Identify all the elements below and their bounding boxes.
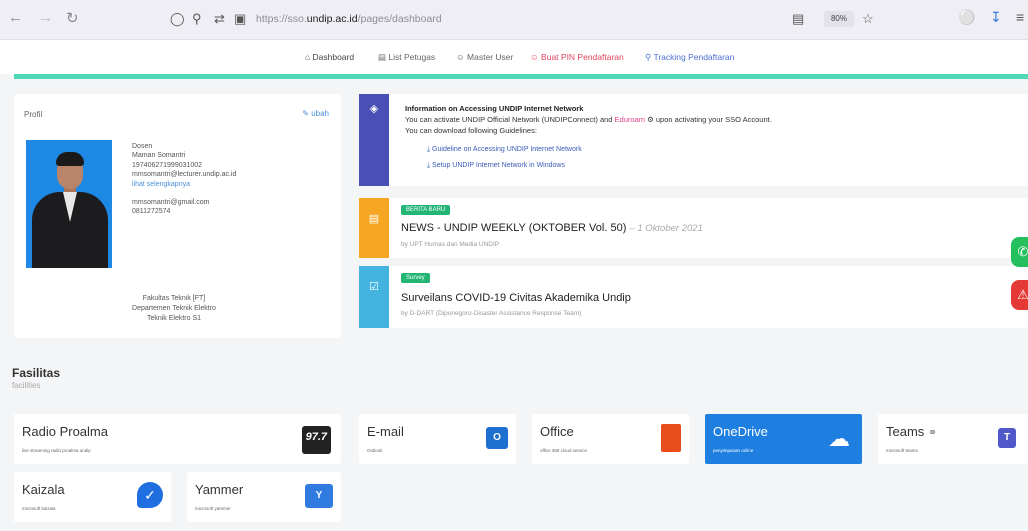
download-icon[interactable]: ↧ xyxy=(990,9,1002,26)
tile-yammer[interactable]: Yammer microsoft yammer Y xyxy=(187,472,341,522)
tile-desc: live streaming radio proalma undip xyxy=(22,448,91,453)
outlook-icon: O xyxy=(486,424,508,452)
tile-name: Radio Proalma xyxy=(22,424,108,439)
tile-name: OneDrive xyxy=(713,424,768,439)
profile-affiliation: Fakultas Teknik [FT] Departemen Teknik E… xyxy=(74,294,274,324)
lock-icon[interactable]: ⚲ xyxy=(192,11,202,27)
nav-tracking[interactable]: ⚲ Tracking Pendaftaran xyxy=(645,52,734,63)
profile-more-link[interactable]: lihat selengkapnya xyxy=(132,180,236,189)
menu-icon[interactable]: ≡ xyxy=(1016,9,1024,25)
nav-list-petugas[interactable]: ▤ List Petugas xyxy=(378,52,435,63)
shield-icon[interactable]: ◯ xyxy=(170,11,185,27)
profile-name: Maman Somantri xyxy=(132,152,186,160)
main-nav: ⌂ Dashboard ▤ List Petugas ☺ Master User… xyxy=(0,40,1028,74)
profile-email-undip: mmsomantri@lecturer.undip.ac.id xyxy=(132,171,237,179)
tile-desc: Outlook xyxy=(367,448,383,453)
fasilitas-title: Fasilitas xyxy=(12,366,61,380)
info-line2: You can download following Guidelines: xyxy=(405,126,537,135)
tile-desc: microsoft teams xyxy=(886,448,918,453)
news-strip: ▤ xyxy=(359,198,389,258)
tile-name: E-mail xyxy=(367,424,404,439)
tile-radio-proalma[interactable]: Radio Proalma live streaming radio proal… xyxy=(14,414,341,464)
tile-kaizala[interactable]: Kaizala microsoft kaizala ✓ xyxy=(14,472,171,522)
whatsapp-icon[interactable]: ✆ xyxy=(1011,237,1028,267)
radio-logo-icon: 97.7 xyxy=(301,426,331,454)
wifi-icon: ◈ xyxy=(369,103,379,115)
reader-view-icon[interactable]: ▤ xyxy=(792,11,804,27)
profile-role: Dosen xyxy=(132,143,153,150)
tile-desc: microsoft yammer xyxy=(195,506,231,511)
back-icon[interactable]: ← xyxy=(8,9,23,26)
tile-desc: penyimpanan online xyxy=(713,448,754,453)
news-badge: BERITA BARU xyxy=(401,205,451,215)
guideline-link-1[interactable]: ⤓ Guideline on Accessing UNDIP Internet … xyxy=(427,146,582,154)
tile-name: Office xyxy=(540,424,574,439)
news-title[interactable]: NEWS - UNDIP WEEKLY (OKTOBER Vol. 50) – … xyxy=(401,222,703,234)
url-text[interactable]: https://sso.undip.ac.id/pages/dashboard xyxy=(256,13,442,25)
profile-details: Dosen Maman Somantri 197406271999031002 … xyxy=(132,142,236,217)
address-bar[interactable]: ◯ ⚲ ⇄ ▣ https://sso.undip.ac.id/pages/da… xyxy=(160,6,880,34)
info-strip: ◈ xyxy=(359,94,389,186)
profile-nip: 197406271999031002 xyxy=(132,161,203,169)
permissions-icon[interactable]: ⇄ xyxy=(214,11,225,27)
tile-teams[interactable]: Teams ⚭ microsoft teams T xyxy=(878,414,1028,464)
tile-desc: office 365 cloud service xyxy=(540,448,587,453)
fasilitas-subtitle: facilities xyxy=(12,381,41,390)
tile-desc: microsoft kaizala xyxy=(22,506,56,511)
profile-email-personal: mmsomantri@gmail.com xyxy=(132,199,210,207)
office-icon xyxy=(661,424,681,452)
teams-icon: T xyxy=(998,424,1016,452)
browser-toolbar: ← → ↻ ◯ ⚲ ⇄ ▣ https://sso.undip.ac.id/pa… xyxy=(0,0,1028,40)
survey-badge: Survey xyxy=(401,273,430,283)
tile-email[interactable]: E-mail Outlook O xyxy=(359,414,516,464)
shield-check-icon: ☑ xyxy=(369,281,379,293)
profile-photo xyxy=(26,140,112,268)
bookmark-star-icon[interactable]: ☆ xyxy=(862,11,874,27)
profile-faculty: Fakultas Teknik [FT] xyxy=(142,295,206,302)
info-line1: You can activate UNDIP Official Network … xyxy=(405,115,772,124)
survey-strip: ☑ xyxy=(359,266,389,328)
nav-buat-pin[interactable]: ☺ Buat PIN Pendaftaran xyxy=(530,52,624,62)
profile-phone: 0811272574 xyxy=(132,208,171,216)
tile-name: Teams ⚭ xyxy=(886,424,938,439)
newspaper-icon: ▤ xyxy=(368,213,380,225)
survey-title[interactable]: Surveilans COVID-19 Civitas Akademika Un… xyxy=(401,292,631,304)
survey-card[interactable]: ☑ Survey Surveilans COVID-19 Civitas Aka… xyxy=(359,266,1028,328)
tile-name: Yammer xyxy=(195,482,244,497)
profile-program: Teknik Elektro S1 xyxy=(146,315,202,322)
guideline-link-2[interactable]: ⤓ Setup UNDIP Internet Network in Window… xyxy=(427,162,565,170)
forward-icon[interactable]: → xyxy=(38,9,53,26)
news-author: by UPT Humas dan Media UNDIP xyxy=(401,241,500,248)
nav-master-user[interactable]: ☺ Master User xyxy=(456,52,513,62)
tile-office[interactable]: Office office 365 cloud service xyxy=(532,414,689,464)
survey-author: by D-DART (Diponegoro-Disaster Assistanc… xyxy=(401,310,582,317)
alert-icon[interactable]: ⚠ xyxy=(1011,280,1028,310)
cloud-icon: ☁ xyxy=(828,426,850,451)
zoom-level[interactable]: 80% xyxy=(824,11,854,27)
edit-profile-link[interactable]: ✎ ubah xyxy=(302,109,329,118)
profile-card: Profil ✎ ubah Dosen Maman Somantri 19740… xyxy=(14,94,341,338)
profile-title: Profil xyxy=(24,110,43,119)
kaizala-icon: ✓ xyxy=(137,482,163,510)
info-card: ◈ Information on Accessing UNDIP Interne… xyxy=(359,94,1028,186)
tile-name: Kaizala xyxy=(22,482,65,497)
reload-icon[interactable]: ↻ xyxy=(66,9,79,27)
accent-bar xyxy=(14,74,1028,79)
profile-department: Departemen Teknik Elektro xyxy=(132,305,216,312)
reader-icon[interactable]: ▣ xyxy=(234,11,246,27)
yammer-icon: Y xyxy=(305,482,333,510)
pocket-icon[interactable]: ⚪ xyxy=(958,9,975,26)
nav-dashboard[interactable]: ⌂ Dashboard xyxy=(305,52,354,62)
info-heading: Information on Accessing UNDIP Internet … xyxy=(405,104,584,113)
news-card[interactable]: ▤ BERITA BARU NEWS - UNDIP WEEKLY (OKTOB… xyxy=(359,198,1028,258)
tile-onedrive[interactable]: OneDrive penyimpanan online ☁ xyxy=(705,414,862,464)
